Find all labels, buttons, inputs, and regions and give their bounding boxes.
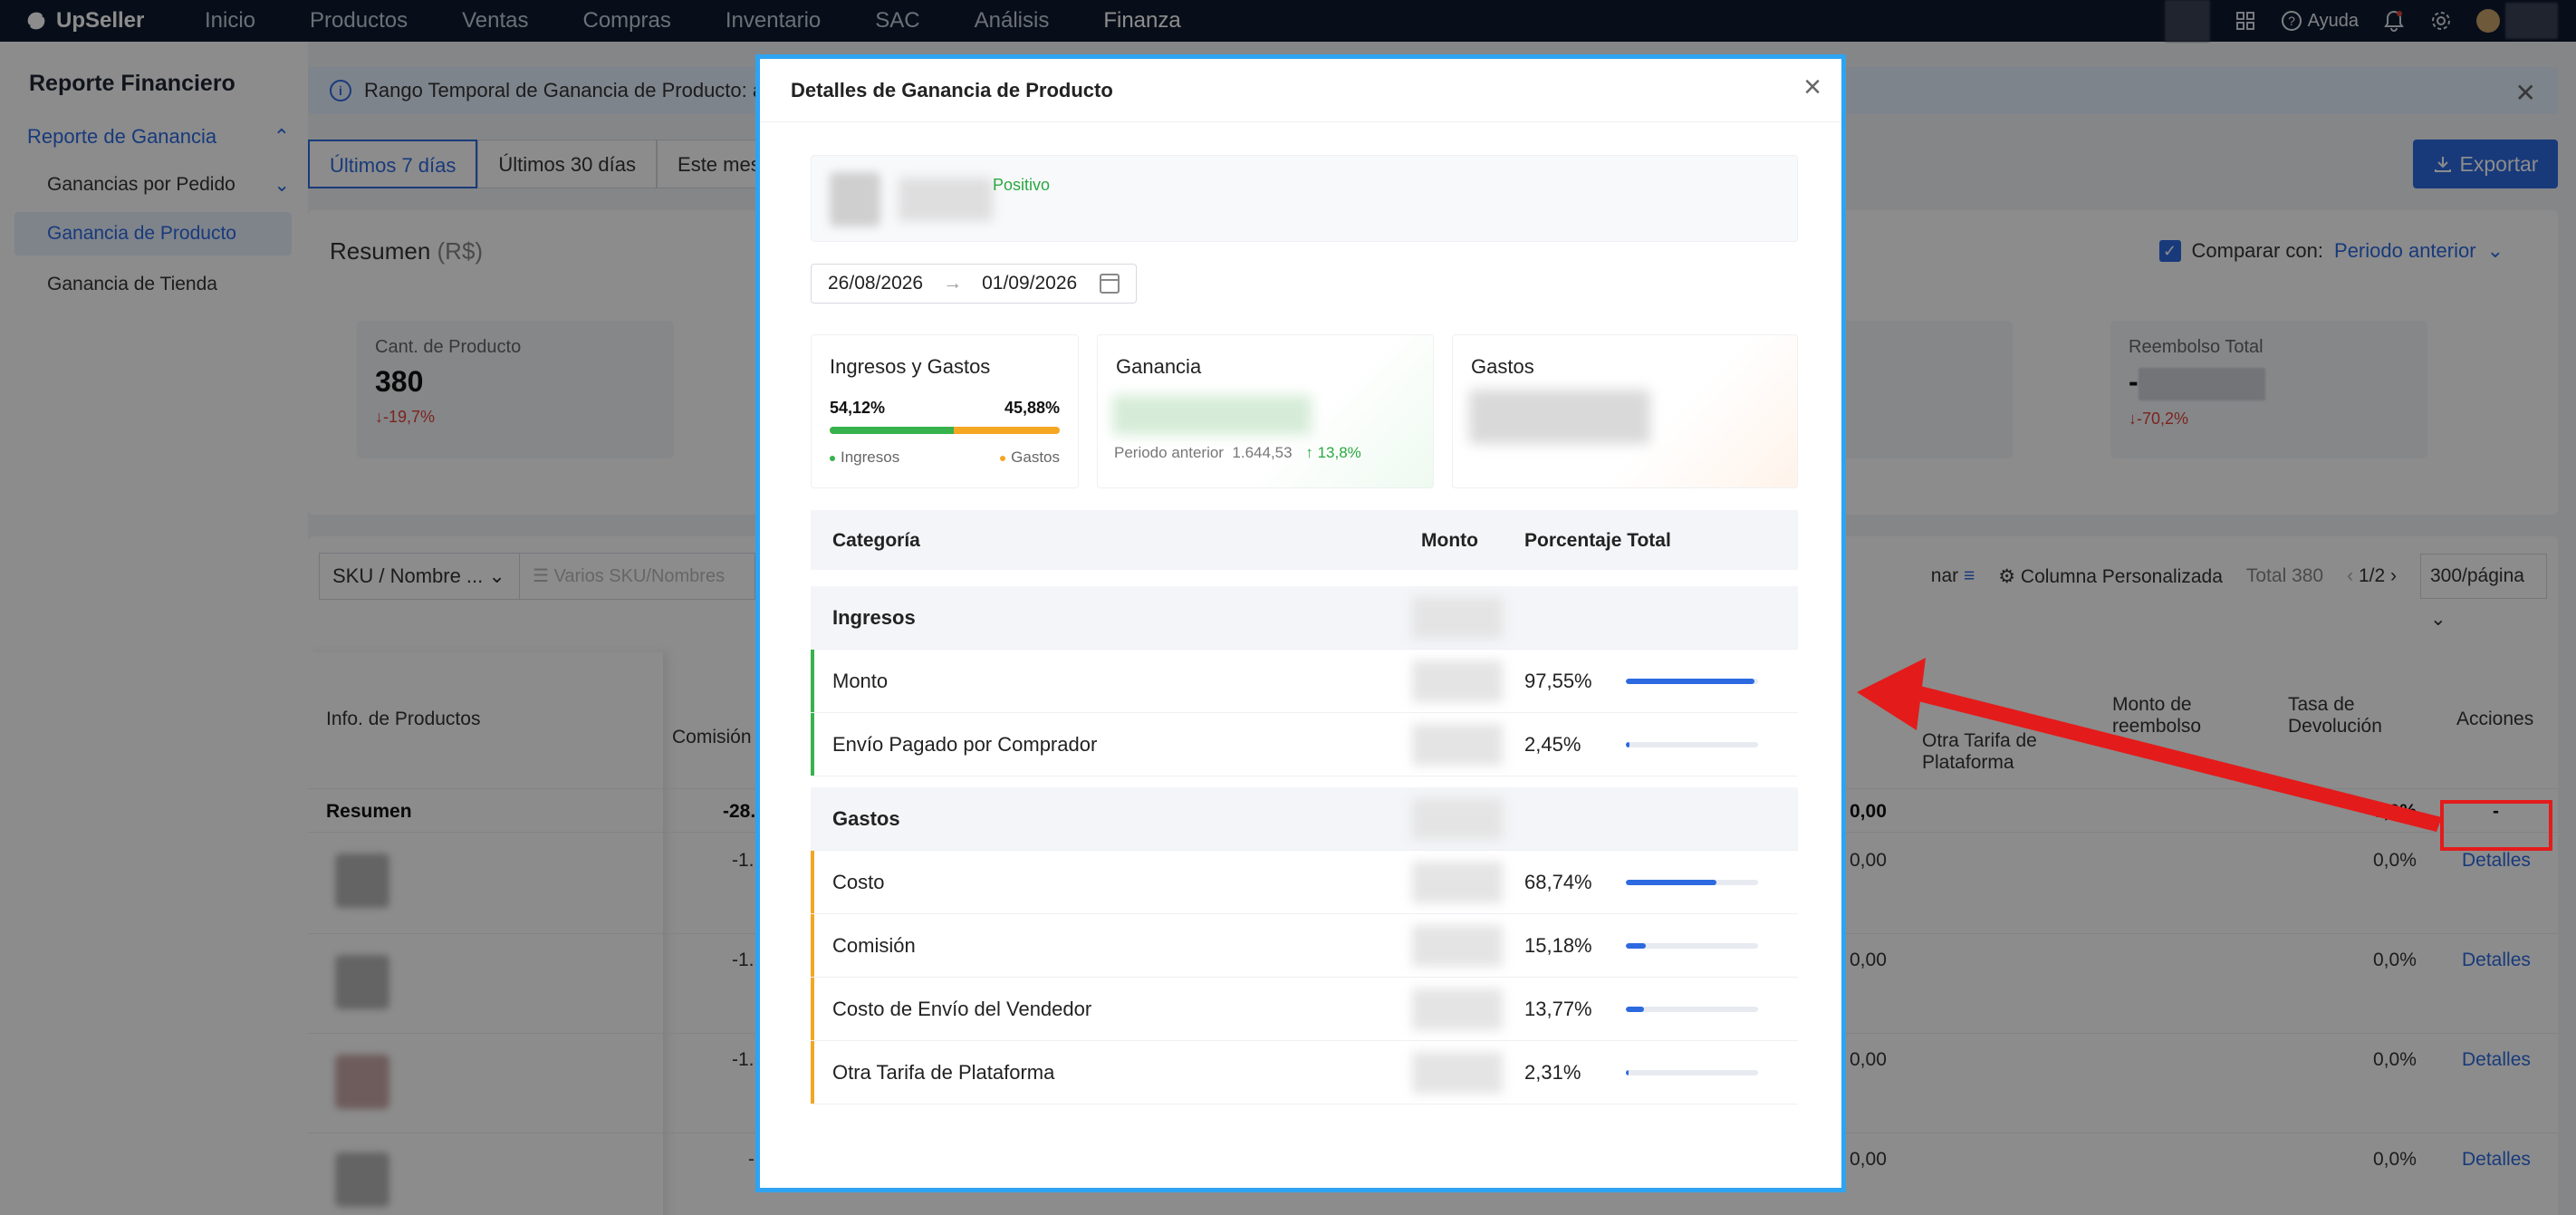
col-categoria: Categoría	[832, 530, 920, 551]
row-name: Monto	[832, 670, 889, 692]
row-pct: 68,74%	[1524, 871, 1592, 893]
increase-indicator: ↑ 13,8%	[1305, 444, 1361, 461]
row-pct: 15,18%	[1524, 934, 1592, 957]
row-comision: Comisión 15,18%	[811, 914, 1798, 978]
kpi-gastos: Gastos	[1452, 334, 1798, 488]
ingresos-pct: 54,12%	[830, 399, 886, 417]
pct-bar-fill	[1626, 880, 1717, 885]
gastos-pct: 45,88%	[1004, 399, 1060, 417]
group-header-gastos: Gastos	[811, 787, 1798, 851]
previous-period: Periodo anterior 1.644,53 ↑ 13,8%	[1114, 444, 1361, 461]
row-pct: 97,55%	[1524, 670, 1592, 692]
ingresos-gastos-bar	[830, 427, 1060, 434]
calendar-icon[interactable]	[1100, 274, 1120, 294]
status-badge: Positivo	[993, 176, 1051, 194]
legend-ingresos: Ingresos	[830, 448, 899, 467]
ingresos-bar-fill	[830, 427, 955, 434]
group-gastos: Gastos Costo 68,74% Comisión 15,18% Cost…	[811, 787, 1798, 1104]
pct-bar	[1626, 943, 1758, 949]
pct-bar	[1626, 1007, 1758, 1012]
modal-header: Detalles de Ganancia de Producto ×	[760, 59, 1841, 122]
pct-bar-fill	[1626, 943, 1647, 949]
product-name-blurred	[899, 178, 993, 221]
kpi-ganancia: Ganancia Periodo anterior 1.644,53 ↑ 13,…	[1097, 334, 1434, 488]
row-pct: 2,31%	[1524, 1061, 1581, 1084]
amount-blurred	[1412, 661, 1503, 702]
row-monto: Monto 97,55%	[811, 650, 1798, 713]
row-name: Envío Pagado por Comprador	[832, 733, 1098, 756]
pct-bar-fill	[1626, 1007, 1645, 1012]
row-envio-pagado: Envío Pagado por Comprador 2,45%	[811, 713, 1798, 776]
row-costo: Costo 68,74%	[811, 851, 1798, 914]
modal-title: Detalles de Ganancia de Producto	[791, 79, 1113, 101]
row-name: Comisión	[832, 934, 916, 957]
kpi-label: Ganancia	[1116, 355, 1202, 378]
row-name: Costo de Envío del Vendedor	[832, 998, 1092, 1020]
pct-bar-fill	[1626, 679, 1755, 684]
pct-bar	[1626, 679, 1758, 684]
col-monto: Monto	[1421, 530, 1478, 551]
group-title: Gastos	[832, 807, 900, 830]
product-card: Positivo	[811, 155, 1798, 242]
pct-bar	[1626, 1070, 1758, 1075]
group-header-ingresos: Ingresos	[811, 586, 1798, 650]
col-porcentaje: Porcentaje Total	[1524, 530, 1671, 551]
group-title: Ingresos	[832, 606, 916, 629]
row-costo-envio-vendedor: Costo de Envío del Vendedor 13,77%	[811, 978, 1798, 1041]
ig-legend: Ingresos Gastos	[830, 448, 1060, 467]
product-profit-modal: Detalles de Ganancia de Producto × Posit…	[755, 54, 1846, 1192]
arrow-right-icon: →	[943, 273, 963, 294]
amount-blurred	[1412, 1052, 1503, 1094]
amount-blurred	[1412, 925, 1503, 967]
annotation-highlight-box	[2440, 800, 2552, 851]
legend-gastos: Gastos	[1000, 448, 1060, 467]
pct-bar	[1626, 880, 1758, 885]
amount-blurred	[1412, 597, 1503, 639]
row-pct: 2,45%	[1524, 733, 1581, 756]
pct-bar	[1626, 742, 1758, 747]
ganancia-value-blurred	[1112, 395, 1312, 435]
pct-bar-fill	[1626, 742, 1629, 747]
category-table-header: Categoría Monto Porcentaje Total	[811, 510, 1798, 570]
kpi-label: Gastos	[1471, 355, 1534, 378]
date-range-picker[interactable]: 26/08/2026 → 01/09/2026	[811, 264, 1137, 304]
pct-bar-fill	[1626, 1070, 1629, 1075]
ig-percentages: 54,12% 45,88%	[830, 399, 1060, 418]
date-end[interactable]: 01/09/2026	[982, 273, 1077, 294]
group-ingresos: Ingresos Monto 97,55% Envío Pagado por C…	[811, 586, 1798, 776]
close-icon[interactable]: ×	[1803, 72, 1821, 102]
row-name: Otra Tarifa de Plataforma	[832, 1061, 1055, 1084]
row-otra-tarifa: Otra Tarifa de Plataforma 2,31%	[811, 1041, 1798, 1104]
amount-blurred	[1412, 724, 1503, 766]
amount-blurred	[1412, 862, 1503, 903]
amount-blurred	[1412, 988, 1503, 1030]
product-image	[830, 172, 880, 227]
row-pct: 13,77%	[1524, 998, 1592, 1020]
kpi-label: Ingresos y Gastos	[830, 355, 991, 378]
row-name: Costo	[832, 871, 885, 893]
date-start[interactable]: 26/08/2026	[828, 273, 923, 294]
gastos-value-blurred	[1469, 390, 1650, 444]
kpi-ingresos-gastos: Ingresos y Gastos 54,12% 45,88% Ingresos…	[811, 334, 1079, 488]
amount-blurred	[1412, 798, 1503, 840]
